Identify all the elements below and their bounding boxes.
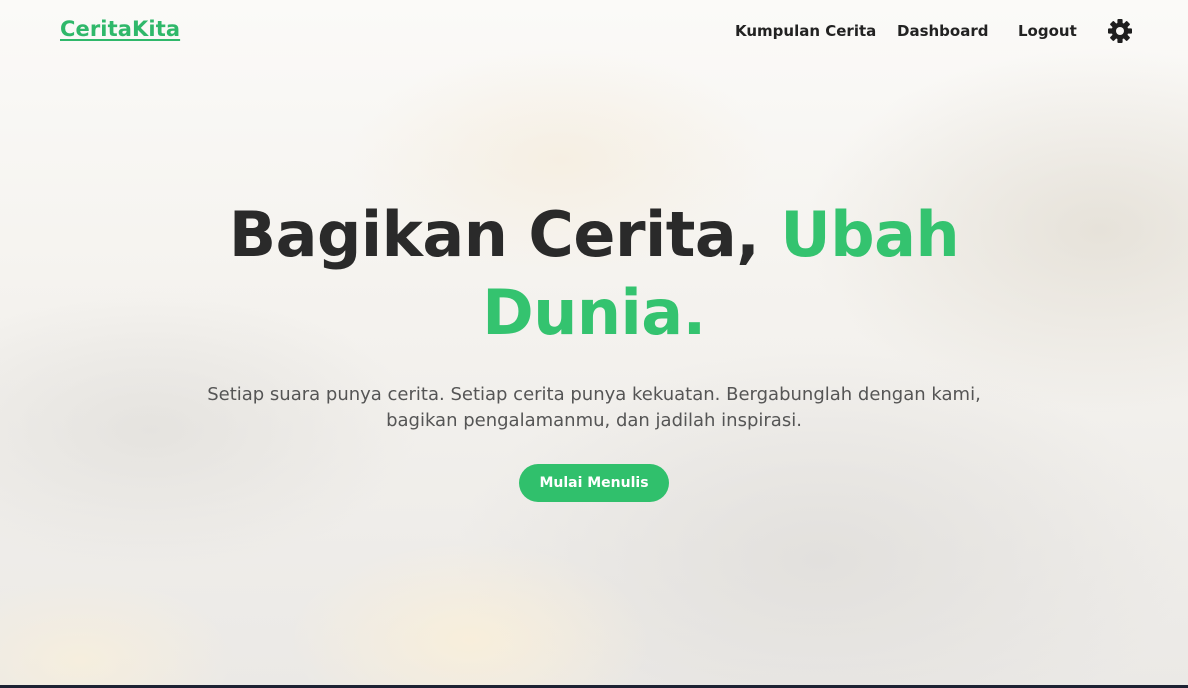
top-navbar: CeritaKita Kumpulan Cerita Dashboard Log…: [0, 0, 1188, 64]
nav-link-dashboard[interactable]: Dashboard: [897, 22, 988, 40]
brand-logo-link[interactable]: CeritaKita: [60, 17, 180, 41]
hero-subtitle: Setiap suara punya cerita. Setiap cerita…: [207, 384, 981, 431]
nav-link-logout[interactable]: Logout: [1018, 22, 1077, 40]
nav-link-kumpulan-cerita[interactable]: Kumpulan Cerita: [735, 22, 876, 40]
hero-headline: Bagikan Cerita, Ubah Dunia.: [184, 196, 1004, 352]
gear-icon: [1108, 19, 1132, 43]
start-writing-button[interactable]: Mulai Menulis: [519, 464, 669, 502]
theme-toggle-button[interactable]: [1106, 17, 1134, 45]
hero-section: Bagikan Cerita, Ubah Dunia. Setiap suara…: [0, 196, 1188, 502]
headline-main-text: Bagikan Cerita,: [228, 198, 781, 271]
